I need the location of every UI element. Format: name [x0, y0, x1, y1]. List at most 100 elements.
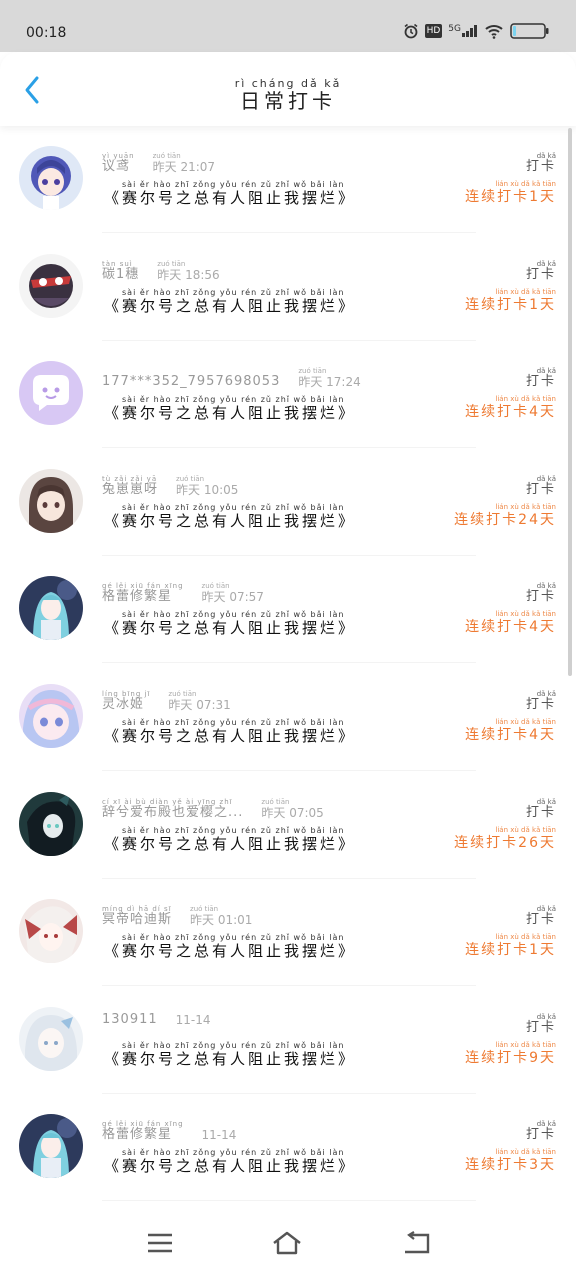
user-name[interactable]: 冥帝哈迪斯: [102, 913, 172, 927]
punch-tag: dǎ kǎ 打卡: [526, 367, 556, 389]
message-pinyin: sài ěr hào zhī zǒng yǒu rén zǔ zhǐ wǒ bǎ…: [122, 718, 345, 727]
punch-tag: dǎ kǎ 打卡: [526, 260, 556, 282]
home-icon: [272, 1231, 302, 1259]
avatar[interactable]: [19, 791, 83, 856]
book-title[interactable]: 《赛尔号之总有人阻止我摆烂》: [104, 835, 356, 853]
avatar[interactable]: [19, 576, 83, 641]
time-pinyin: zuó tiān: [157, 259, 186, 268]
name-line: gé lěi xiū fán xīng 格蕾修繁星 zuó tiān 昨天 07…: [102, 582, 264, 604]
streak-pinyin: lián xù dǎ kǎ tiān: [495, 933, 556, 942]
streak-badge: lián xù dǎ kǎ tiān 连续打卡4天: [465, 718, 556, 744]
system-back-button[interactable]: [396, 1230, 436, 1260]
message-pinyin: sài ěr hào zhī zǒng yǒu rén zǔ zhǐ wǒ bǎ…: [122, 1148, 345, 1158]
streak-text: 连续打卡4天: [465, 727, 556, 743]
checkin-time: 11-14: [201, 1128, 237, 1143]
avatar[interactable]: [19, 253, 83, 318]
punch-label: 打卡: [525, 804, 556, 820]
name-line: 177***352_7957698053 zuó tiān 昨天 17:24: [102, 367, 361, 389]
checkin-row[interactable]: míng dì hā dí sī 冥帝哈迪斯 zuó tiān 昨天 01:01…: [0, 879, 576, 987]
name-line: tàn suì 碳1穗 zuó tiān 昨天 18:56: [102, 260, 220, 282]
punch-tag: dǎ kǎ 打卡: [526, 152, 556, 174]
punch-label: 打卡: [525, 912, 556, 928]
message-pinyin: sài ěr hào zhī zǒng yǒu rén zǔ zhǐ wǒ bǎ…: [122, 1040, 345, 1050]
checkin-time: 昨天 07:57: [201, 590, 264, 605]
streak-pinyin: lián xù dǎ kǎ tiān: [495, 1148, 556, 1157]
checkin-time: 昨天 07:31: [168, 698, 231, 712]
wifi-icon: [484, 23, 504, 39]
streak-text: 连续打卡9天: [465, 1049, 556, 1066]
checkin-list[interactable]: yì yuān 议鸢 zuó tiān 昨天 21:07 sài ěr hào …: [0, 126, 576, 1210]
name-line: míng dì hā dí sī 冥帝哈迪斯 zuó tiān 昨天 01:01: [102, 905, 252, 927]
time-block: zuó tiān 昨天 07:05: [261, 798, 323, 820]
checkin-row[interactable]: tù zǎi zǎi yā 兔崽崽呀 zuó tiān 昨天 10:05 sài…: [0, 449, 576, 556]
time-block: 11-14: [176, 1013, 211, 1027]
message-pinyin: sài ěr hào zhī zǒng yǒu rén zǔ zhǐ wǒ bǎ…: [122, 180, 345, 189]
user-name[interactable]: 辞兮爱布殿也爱樱之...: [102, 805, 243, 820]
scrollbar[interactable]: [568, 128, 572, 676]
streak-text: 连续打卡1天: [465, 189, 556, 205]
book-title[interactable]: 《赛尔号之总有人阻止我摆烂》: [104, 727, 356, 745]
punch-tag: dǎ kǎ 打卡: [526, 690, 556, 712]
time-pinyin: zuó tiān: [190, 905, 219, 914]
punch-label: 打卡: [525, 374, 556, 390]
time-block: zuó tiān 昨天 17:24: [298, 367, 360, 389]
streak-pinyin: lián xù dǎ kǎ tiān: [495, 825, 556, 834]
streak-badge: lián xù dǎ kǎ tiān 连续打卡9天: [465, 1041, 556, 1067]
avatar[interactable]: [19, 146, 83, 210]
checkin-row[interactable]: yì yuān 议鸢 zuó tiān 昨天 21:07 sài ěr hào …: [0, 126, 576, 233]
checkin-row[interactable]: cí xī ài bù diàn yě ài yīng zhī 辞兮爱布殿也爱樱…: [0, 772, 576, 879]
punch-label: 打卡: [525, 697, 556, 712]
avatar[interactable]: [19, 468, 83, 533]
user-name[interactable]: 兔崽崽呀: [102, 482, 158, 497]
menu-button[interactable]: [140, 1230, 180, 1260]
message-pinyin: sài ěr hào zhī zǒng yǒu rén zǔ zhǐ wǒ bǎ…: [122, 610, 345, 620]
signal-icon: 5G: [448, 25, 478, 37]
avatar[interactable]: [19, 1114, 83, 1179]
user-name[interactable]: 177***352_7957698053: [102, 375, 280, 389]
user-name[interactable]: 格蕾修繁星: [102, 1128, 184, 1142]
streak-text: 连续打卡4天: [465, 404, 556, 421]
message-block: sài ěr hào zhī zǒng yǒu rén zǔ zhǐ wǒ bǎ…: [104, 288, 356, 315]
hd-icon: HD: [424, 24, 443, 38]
checkin-row[interactable]: gé lěi xiū fán xīng 格蕾修繁星 11-14 sài ěr h…: [0, 1094, 576, 1202]
time-pinyin: zuó tiān: [298, 367, 327, 376]
home-button[interactable]: [267, 1230, 307, 1260]
system-nav-bar: [0, 1210, 576, 1280]
user-name-block: tù zǎi zǎi yā 兔崽崽呀: [102, 475, 158, 497]
checkin-row[interactable]: tàn suì 碳1穗 zuó tiān 昨天 18:56 sài ěr hào…: [0, 234, 576, 341]
streak-badge: lián xù dǎ kǎ tiān 连续打卡4天: [465, 610, 556, 636]
book-title[interactable]: 《赛尔号之总有人阻止我摆烂》: [104, 619, 356, 637]
page-title: 日常打卡: [240, 89, 336, 113]
user-name[interactable]: 碳1穗: [102, 267, 139, 282]
checkin-row[interactable]: 130911 11-14 sài ěr hào zhī zǒng yǒu rén…: [0, 987, 576, 1094]
streak-pinyin: lián xù dǎ kǎ tiān: [495, 502, 556, 511]
name-line: líng bīng jī 灵冰姬 zuó tiān 昨天 07:31: [102, 690, 231, 712]
checkin-row[interactable]: líng bīng jī 灵冰姬 zuó tiān 昨天 07:31 sài ě…: [0, 664, 576, 771]
user-name[interactable]: 130911: [102, 1012, 158, 1027]
avatar[interactable]: [19, 1006, 83, 1071]
message-block: sài ěr hào zhī zǒng yǒu rén zǔ zhǐ wǒ bǎ…: [104, 826, 356, 853]
name-line: yì yuān 议鸢 zuó tiān 昨天 21:07: [102, 152, 215, 174]
streak-pinyin: lián xù dǎ kǎ tiān: [495, 718, 556, 726]
book-title[interactable]: 《赛尔号之总有人阻止我摆烂》: [104, 512, 356, 530]
avatar[interactable]: [19, 684, 83, 748]
avatar[interactable]: [19, 361, 83, 426]
book-title[interactable]: 《赛尔号之总有人阻止我摆烂》: [104, 404, 356, 422]
book-title[interactable]: 《赛尔号之总有人阻止我摆烂》: [104, 189, 356, 207]
checkin-row[interactable]: gé lěi xiū fán xīng 格蕾修繁星 zuó tiān 昨天 07…: [0, 556, 576, 664]
time-block: 11-14: [202, 1128, 237, 1142]
punch-label: 打卡: [525, 1127, 556, 1143]
message-pinyin: sài ěr hào zhī zǒng yǒu rén zǔ zhǐ wǒ bǎ…: [122, 933, 345, 943]
message-block: sài ěr hào zhī zǒng yǒu rén zǔ zhǐ wǒ bǎ…: [104, 933, 356, 960]
time-block: zuó tiān 昨天 07:31: [168, 690, 230, 712]
checkin-row[interactable]: 177***352_7957698053 zuó tiān 昨天 17:24 s…: [0, 341, 576, 449]
book-title[interactable]: 《赛尔号之总有人阻止我摆烂》: [104, 1050, 356, 1068]
user-name[interactable]: 议鸢: [102, 160, 135, 174]
book-title[interactable]: 《赛尔号之总有人阻止我摆烂》: [104, 1157, 356, 1175]
time-block: zuó tiān 昨天 07:57: [202, 582, 264, 604]
user-name[interactable]: 灵冰姬: [102, 698, 150, 712]
avatar[interactable]: [19, 899, 83, 964]
book-title[interactable]: 《赛尔号之总有人阻止我摆烂》: [104, 942, 356, 960]
book-title[interactable]: 《赛尔号之总有人阻止我摆烂》: [104, 297, 356, 315]
user-name[interactable]: 格蕾修繁星: [102, 590, 184, 604]
